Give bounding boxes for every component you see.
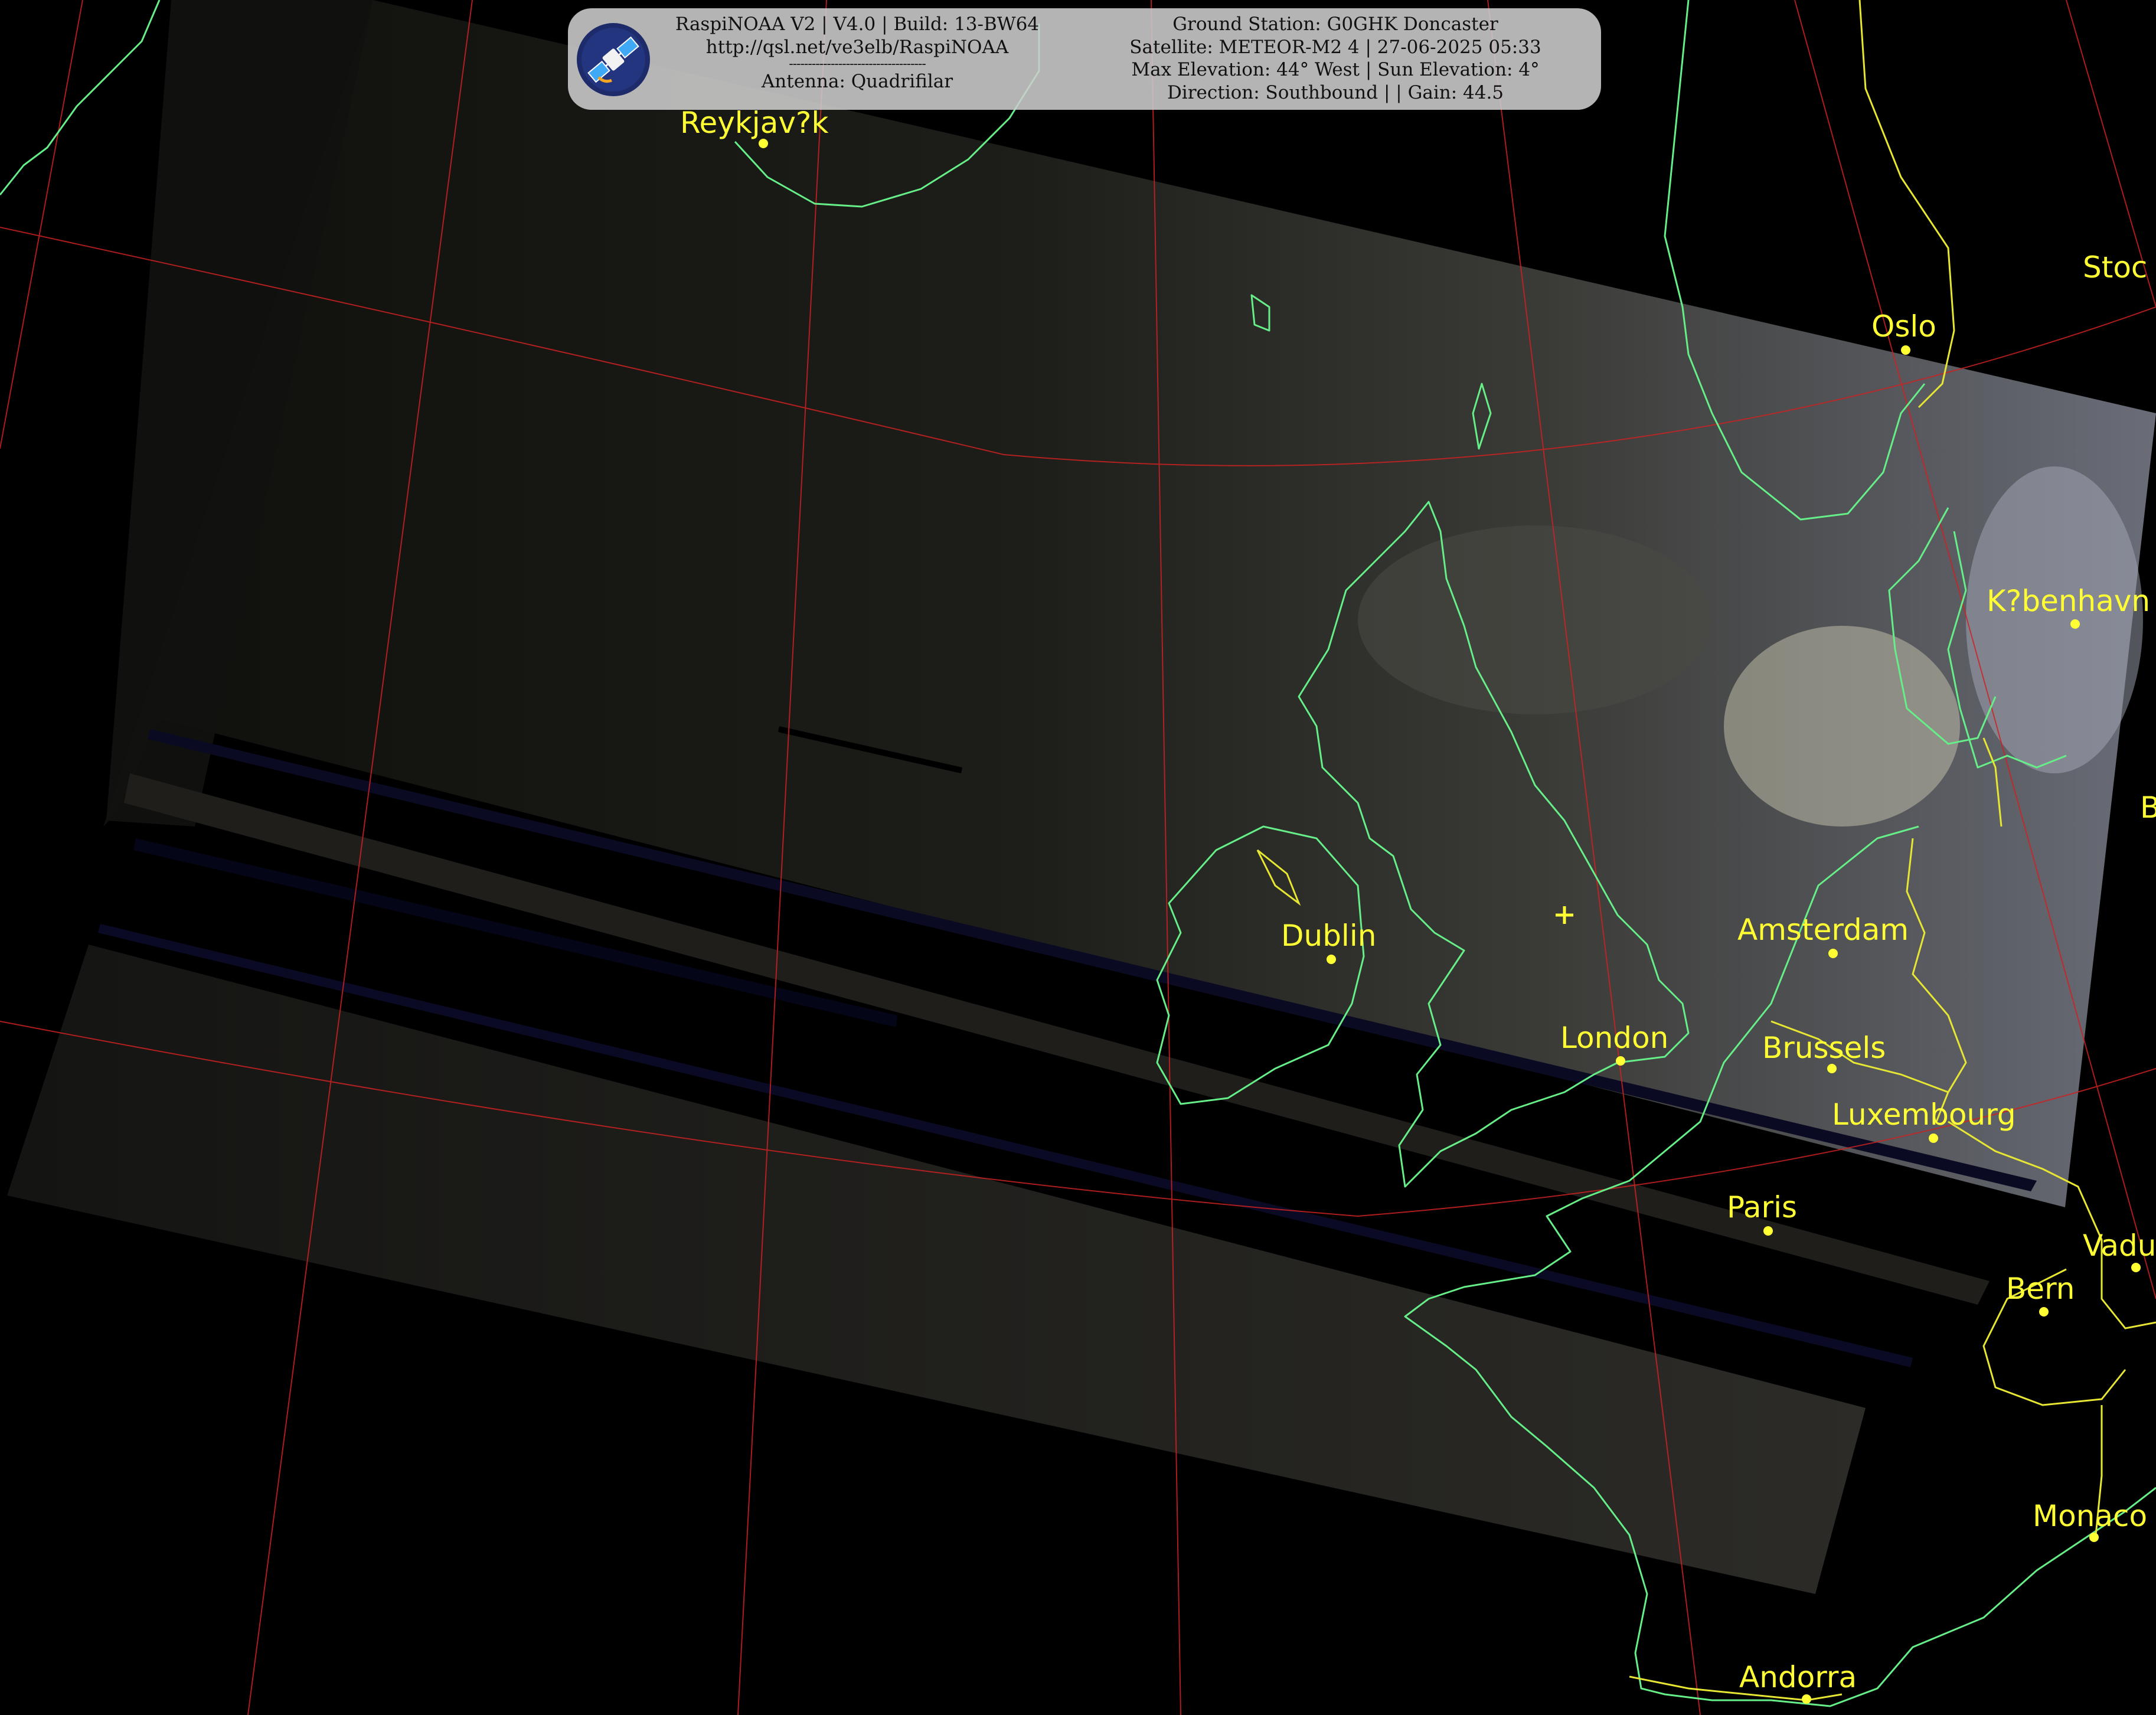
luxembourg-dot bbox=[1929, 1133, 1938, 1143]
elevation-info: Max Elevation: 44° West | Sun Elevation:… bbox=[1131, 59, 1540, 80]
cloud-scotland bbox=[1358, 525, 1712, 714]
label-vaduz: Vadu bbox=[2083, 1229, 2156, 1263]
satellite-pass: Satellite: METEOR-M2 4 | 27-06-2025 05:3… bbox=[1129, 36, 1541, 58]
brussels-dot bbox=[1827, 1064, 1837, 1073]
label-andorra: Andorra bbox=[1739, 1660, 1857, 1694]
cloud-north-sea bbox=[1724, 626, 1960, 827]
label-amsterdam: Amsterdam bbox=[1737, 913, 1909, 947]
antenna-type: Antenna: Quadrifilar bbox=[761, 71, 953, 92]
pass-info-panel: RaspiNOAA V2 | V4.0 | Build: 13-BW64 htt… bbox=[568, 8, 1601, 110]
monaco-dot bbox=[2089, 1533, 2099, 1542]
coast-greenland bbox=[0, 0, 161, 195]
swath-upper bbox=[103, 0, 2156, 1207]
label-dublin: Dublin bbox=[1281, 919, 1376, 953]
ground-station: Ground Station: G0GHK Doncaster bbox=[1172, 14, 1498, 35]
andorra-dot bbox=[1802, 1694, 1811, 1704]
imagery-swath bbox=[7, 0, 2156, 1594]
label-paris: Paris bbox=[1727, 1190, 1797, 1224]
label-kobenhavn: K?benhavn bbox=[1987, 584, 2150, 618]
label-london: London bbox=[1560, 1021, 1668, 1055]
label-oslo: Oslo bbox=[1871, 309, 1936, 344]
bern-dot bbox=[2039, 1307, 2049, 1317]
label-reykjavik: Reykjav?k bbox=[680, 106, 828, 140]
satellite-map: Reykjav?k Oslo Stoc K?benhavn B Dublin A… bbox=[0, 0, 2156, 1715]
label-bern: Bern bbox=[2006, 1272, 2075, 1306]
label-luxembourg: Luxembourg bbox=[1832, 1097, 2016, 1132]
software-url: http://qsl.net/ve3elb/RaspiNOAA bbox=[705, 36, 1009, 58]
vaduz-dot bbox=[2131, 1263, 2141, 1272]
label-monaco: Monaco bbox=[2033, 1499, 2147, 1533]
label-stockholm: Stoc bbox=[2083, 250, 2147, 285]
cloud-denmark bbox=[1966, 466, 2143, 773]
station-info-left: RaspiNOAA V2 | V4.0 | Build: 13-BW64 htt… bbox=[668, 13, 1046, 93]
direction-gain: Direction: Southbound | | Gain: 44.5 bbox=[1167, 81, 1504, 103]
software-version: RaspiNOAA V2 | V4.0 | Build: 13-BW64 bbox=[675, 14, 1040, 35]
kobenhavn-dot bbox=[2070, 619, 2080, 629]
satellite-logo-icon bbox=[575, 21, 652, 98]
label-brussels: Brussels bbox=[1762, 1031, 1886, 1065]
separator-line: ------------------------------------ bbox=[789, 57, 926, 71]
paris-dot bbox=[1763, 1226, 1773, 1236]
amsterdam-dot bbox=[1828, 949, 1838, 958]
pass-info-right: Ground Station: G0GHK Doncaster Satellit… bbox=[1087, 13, 1583, 104]
dublin-dot bbox=[1327, 955, 1336, 964]
oslo-dot bbox=[1901, 345, 1910, 355]
label-edge-b: B bbox=[2140, 790, 2156, 825]
reykjavik-dot bbox=[759, 139, 768, 148]
london-dot bbox=[1616, 1056, 1625, 1066]
